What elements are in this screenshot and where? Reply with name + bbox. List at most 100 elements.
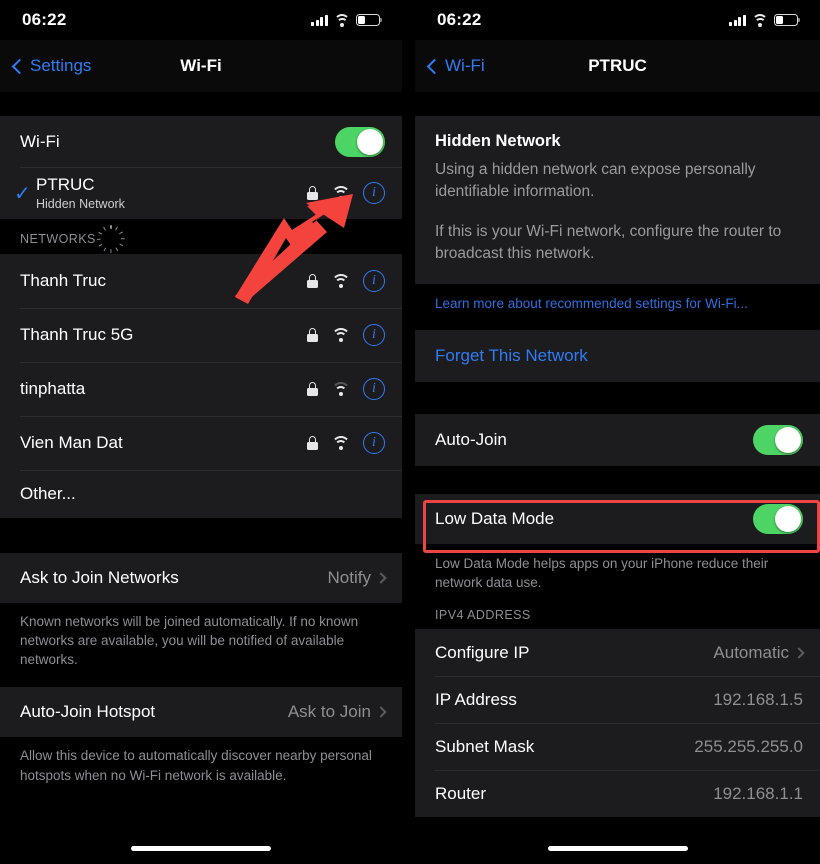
- info-circle-icon[interactable]: i: [363, 270, 385, 292]
- table-row[interactable]: Thanh Truc i: [0, 254, 402, 308]
- wifi-toggle-label: Wi-Fi: [20, 131, 60, 151]
- low-data-mode-footnote: Low Data Mode helps apps on your iPhone …: [415, 543, 820, 605]
- hidden-network-paragraph-1: Using a hidden network can expose person…: [435, 161, 756, 201]
- auto-join-label: Auto-Join: [435, 429, 507, 449]
- info-circle-icon[interactable]: i: [363, 432, 385, 454]
- screenshot-stage: 06:22 Settings Wi-Fi Wi-Fi ✓ PTRUC Hidde…: [0, 0, 820, 864]
- auto-join-hotspot-row[interactable]: Auto-Join Hotspot Ask to Join: [0, 687, 402, 737]
- ipv4-row-value: 192.168.1.5: [713, 689, 803, 709]
- auto-join-row[interactable]: Auto-Join: [415, 414, 820, 466]
- wifi-icon: [331, 382, 350, 396]
- table-row[interactable]: Configure IP Automatic: [415, 629, 820, 676]
- table-row: Router 192.168.1.1: [415, 770, 820, 817]
- auto-join-hotspot-value: Ask to Join: [287, 702, 371, 722]
- chevron-right-icon: [375, 572, 387, 584]
- home-indicator[interactable]: [547, 846, 688, 851]
- auto-join-toggle-switch[interactable]: [753, 424, 803, 455]
- table-row[interactable]: Thanh Truc 5G i: [0, 308, 402, 362]
- spacer: [0, 518, 402, 553]
- status-bar-time: 06:22: [437, 10, 482, 29]
- back-button-label: Wi-Fi: [445, 56, 485, 75]
- wifi-group: Wi-Fi ✓ PTRUC Hidden Network i: [0, 116, 402, 219]
- back-to-settings-button[interactable]: Settings: [11, 56, 92, 76]
- wifi-toggle-row[interactable]: Wi-Fi: [0, 116, 402, 167]
- ask-to-join-footnote: Known networks will be joined automatica…: [0, 603, 402, 682]
- info-circle-icon[interactable]: i: [363, 378, 385, 400]
- connected-network-subtitle: Hidden Network: [36, 197, 125, 211]
- spacer: [0, 92, 402, 116]
- connected-network-name: PTRUC: [36, 175, 95, 194]
- nav-bar-right: Wi-Fi PTRUC: [415, 40, 820, 92]
- status-bar-icons: [729, 14, 801, 27]
- networks-header-label: NETWORKS: [20, 232, 96, 246]
- network-name: Vien Man Dat: [20, 433, 123, 452]
- network-row-icons: i: [307, 378, 385, 400]
- networks-group: Thanh Truc i Thanh Truc 5G i tinphatta i…: [0, 254, 402, 518]
- checkmark-icon: ✓: [14, 182, 31, 205]
- low-data-mode-label: Low Data Mode: [435, 508, 555, 528]
- table-row[interactable]: tinphatta i: [0, 362, 402, 416]
- other-network-row[interactable]: Other...: [0, 470, 402, 518]
- nav-bar-left: Settings Wi-Fi: [0, 40, 402, 92]
- ipv4-header-label: IPV4 ADDRESS: [435, 608, 531, 623]
- cellular-signal-icon: [311, 14, 328, 26]
- ipv4-row-label: IP Address: [435, 689, 517, 709]
- hidden-network-title: Hidden Network: [435, 132, 561, 150]
- forget-this-network-button[interactable]: Forget This Network: [415, 329, 820, 382]
- battery-icon: [774, 14, 801, 26]
- wifi-icon: [334, 14, 350, 27]
- cellular-signal-icon: [729, 14, 746, 26]
- low-data-mode-group: Low Data Mode: [415, 493, 820, 544]
- lock-icon: [307, 382, 318, 396]
- low-data-mode-toggle-switch[interactable]: [753, 503, 803, 534]
- status-bar-left: 06:22: [0, 0, 402, 40]
- lock-icon: [307, 436, 318, 450]
- spacer: [415, 465, 820, 494]
- toggle-knob: [775, 505, 801, 532]
- wifi-toggle-switch[interactable]: [335, 126, 385, 157]
- auto-join-group: Auto-Join: [415, 413, 820, 466]
- info-circle-icon[interactable]: i: [363, 324, 385, 346]
- network-row-icons: i: [307, 432, 385, 454]
- lock-icon: [307, 186, 318, 200]
- home-indicator[interactable]: [131, 846, 271, 851]
- back-to-wifi-button[interactable]: Wi-Fi: [426, 56, 485, 76]
- activity-spinner-icon: [96, 225, 125, 253]
- network-name: Thanh Truc 5G: [20, 325, 134, 344]
- other-network-label: Other...: [20, 484, 76, 503]
- chevron-right-icon: [793, 647, 805, 659]
- back-button-label: Settings: [30, 56, 92, 75]
- status-bar-time: 06:22: [22, 10, 67, 29]
- networks-section-header: NETWORKS: [0, 219, 402, 254]
- ipv4-row-value: Automatic: [713, 642, 789, 662]
- left-phone-screen: 06:22 Settings Wi-Fi Wi-Fi ✓ PTRUC Hidde…: [0, 0, 402, 864]
- battery-icon: [356, 14, 383, 26]
- lock-icon: [307, 328, 318, 342]
- wifi-icon: [331, 328, 350, 342]
- ask-to-join-group: Ask to Join Networks Notify: [0, 553, 402, 603]
- connected-network-row[interactable]: ✓ PTRUC Hidden Network i: [0, 167, 402, 219]
- table-row: Subnet Mask 255.255.255.0: [415, 723, 820, 770]
- wifi-icon: [331, 436, 350, 450]
- network-name: Thanh Truc: [20, 271, 106, 290]
- ipv4-section-header: IPV4 ADDRESS: [415, 604, 820, 630]
- low-data-mode-row[interactable]: Low Data Mode: [415, 494, 820, 544]
- hidden-network-paragraph-2: If this is your Wi-Fi network, configure…: [435, 222, 782, 263]
- ipv4-row-label: Router: [435, 783, 487, 803]
- wifi-icon: [331, 186, 350, 200]
- auto-join-hotspot-label: Auto-Join Hotspot: [20, 702, 156, 722]
- ipv4-row-value: 255.255.255.0: [694, 736, 803, 756]
- wifi-icon: [752, 14, 768, 27]
- ask-to-join-networks-row[interactable]: Ask to Join Networks Notify: [0, 553, 402, 603]
- ipv4-row-label: Subnet Mask: [435, 736, 535, 756]
- ipv4-group: Configure IP Automatic IP Address 192.16…: [415, 629, 820, 818]
- ask-to-join-networks-value: Notify: [327, 568, 371, 587]
- lock-icon: [307, 274, 318, 288]
- network-row-icons: i: [307, 270, 385, 292]
- auto-join-hotspot-group: Auto-Join Hotspot Ask to Join: [0, 687, 402, 738]
- toggle-knob: [775, 426, 801, 453]
- chevron-left-icon: [11, 58, 28, 74]
- learn-more-link[interactable]: Learn more about recommended settings fo…: [415, 283, 820, 324]
- info-circle-icon[interactable]: i: [363, 182, 385, 204]
- table-row[interactable]: Vien Man Dat i: [0, 416, 402, 470]
